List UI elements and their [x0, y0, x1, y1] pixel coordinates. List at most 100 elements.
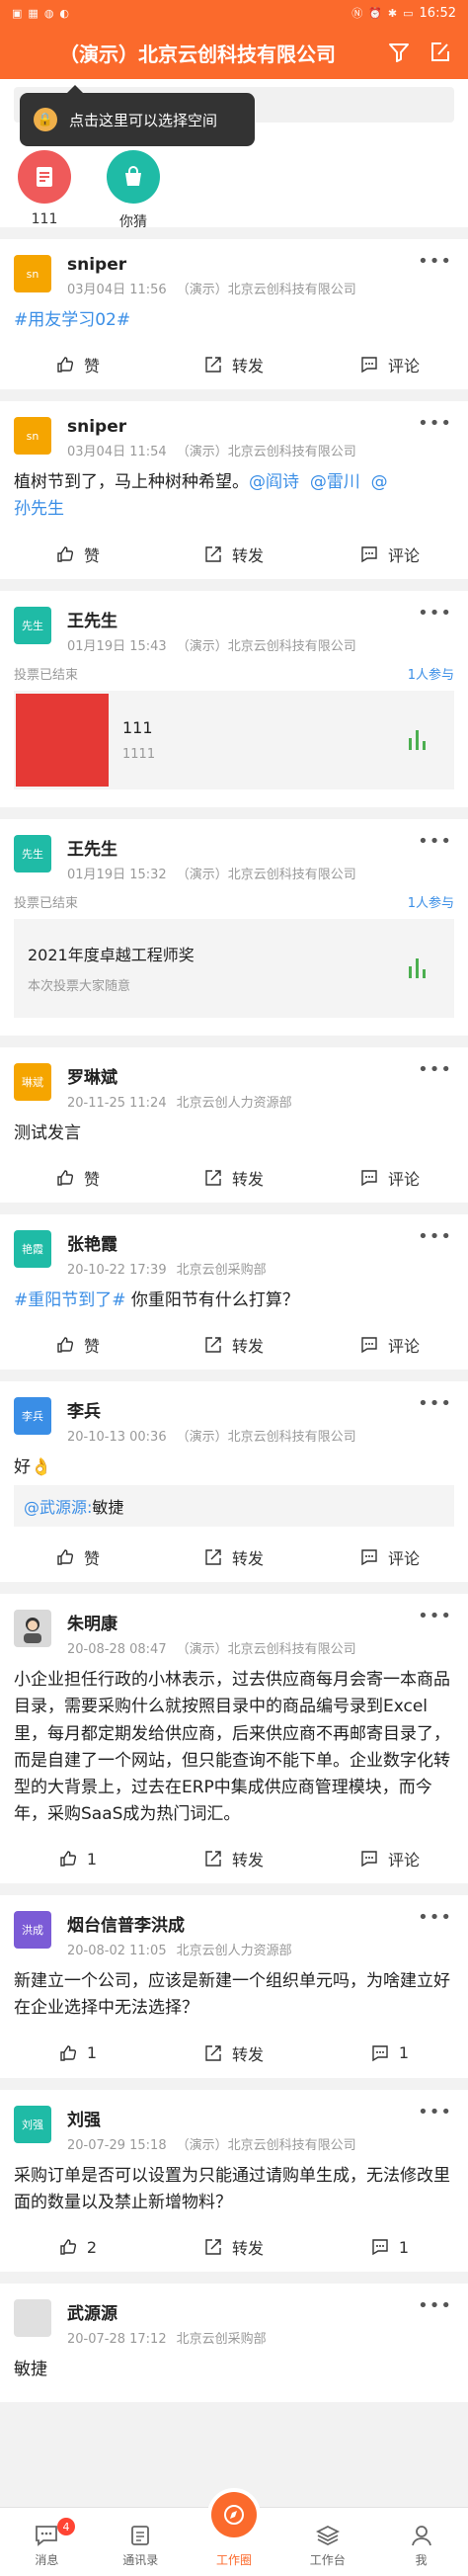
- avatar[interactable]: sn: [14, 255, 51, 292]
- comment-button[interactable]: 评论: [312, 1847, 468, 1870]
- more-icon[interactable]: •••: [418, 1907, 452, 1928]
- author-name[interactable]: 武源源: [67, 2299, 276, 2324]
- tab-contacts[interactable]: 通讯录: [94, 2508, 188, 2576]
- share-button[interactable]: 转发: [156, 1166, 312, 1190]
- like-button[interactable]: 赞: [0, 1166, 156, 1190]
- author-name[interactable]: 罗琳斌: [67, 1063, 302, 1088]
- document-icon: [18, 150, 71, 204]
- more-icon[interactable]: •••: [418, 1393, 452, 1414]
- tab-workbench[interactable]: 工作台: [280, 2508, 374, 2576]
- share-button[interactable]: 转发: [156, 1847, 312, 1870]
- share-button[interactable]: 转发: [156, 2041, 312, 2065]
- share-button[interactable]: 转发: [156, 1545, 312, 1569]
- more-icon[interactable]: •••: [418, 1606, 452, 1626]
- tab-label: 消息: [35, 2553, 59, 2567]
- author-name[interactable]: sniper: [67, 417, 366, 437]
- topic-link[interactable]: #重阳节到了#: [14, 1290, 126, 1310]
- mention-link[interactable]: @武源源:: [24, 1494, 92, 1518]
- mention-link[interactable]: @雷川: [310, 472, 360, 492]
- more-icon[interactable]: •••: [418, 1226, 452, 1247]
- mention-link[interactable]: @: [371, 472, 388, 492]
- avatar[interactable]: 李兵: [14, 1396, 51, 1435]
- more-icon[interactable]: •••: [418, 1059, 452, 1080]
- avatar[interactable]: 先生: [14, 834, 51, 873]
- post-actions: 1 转发 1: [0, 2029, 468, 2078]
- share-button[interactable]: 转发: [156, 353, 312, 376]
- compose-icon[interactable]: [427, 39, 454, 66]
- avatar[interactable]: sn: [14, 417, 51, 456]
- avatar[interactable]: 洪成: [14, 1911, 51, 1950]
- vote-count[interactable]: 1人参与: [408, 664, 454, 683]
- more-icon[interactable]: •••: [418, 251, 452, 272]
- user-icon: [411, 2526, 431, 2546]
- avatar[interactable]: [14, 2299, 51, 2337]
- share-button[interactable]: 转发: [156, 2235, 312, 2259]
- share-label: 转发: [231, 1549, 264, 1569]
- share-button[interactable]: 转发: [156, 542, 312, 566]
- post-date: 20-07-29 15:18: [67, 2137, 167, 2153]
- post-card: 武源源 20-07-28 17:12 北京云创采购部 ••• 敏捷: [0, 2284, 468, 2402]
- post-date: 03月04日 11:54: [67, 445, 167, 460]
- app-guess[interactable]: 你猜: [89, 150, 178, 231]
- filter-icon[interactable]: [385, 39, 413, 66]
- comment-button[interactable]: 评论: [312, 1333, 468, 1357]
- share-icon: [205, 1851, 221, 1867]
- reply-box[interactable]: @武源源: 敏捷: [14, 1485, 454, 1528]
- vote-box[interactable]: 2021年度卓越工程师奖 本次投票大家随意: [14, 918, 454, 1018]
- mention-link[interactable]: 孙先生: [14, 499, 64, 519]
- like-button[interactable]: 1: [0, 2043, 156, 2062]
- author-name[interactable]: 李兵: [67, 1397, 366, 1422]
- vote-box[interactable]: 111 1111: [14, 690, 454, 789]
- avatar[interactable]: 琳斌: [14, 1062, 51, 1101]
- app-label: 你猜: [119, 214, 147, 230]
- comment-icon: [361, 357, 377, 374]
- vote-count[interactable]: 1人参与: [408, 892, 454, 911]
- tab-work-circle[interactable]: 工作圈: [188, 2492, 281, 2576]
- like-label: 赞: [83, 1549, 100, 1569]
- like-button[interactable]: 赞: [0, 542, 156, 566]
- more-icon[interactable]: •••: [418, 2102, 452, 2122]
- comment-button[interactable]: 评论: [312, 1166, 468, 1190]
- like-button[interactable]: 1: [0, 1850, 156, 1869]
- layers-icon: [315, 2525, 340, 2546]
- app-111[interactable]: 111: [0, 150, 89, 231]
- like-button[interactable]: 赞: [0, 353, 156, 376]
- avatar[interactable]: 刘强: [14, 2105, 51, 2143]
- like-button[interactable]: 赞: [0, 1545, 156, 1569]
- space-title[interactable]: （演示）北京云创科技有限公司: [14, 39, 371, 67]
- comment-button[interactable]: 评论: [312, 353, 468, 376]
- post-card: 琳斌 罗琳斌 20-11-25 11:24 北京云创人力资源部 ••• 测试发言 …: [0, 1046, 468, 1203]
- share-label: 转发: [231, 1851, 264, 1870]
- like-button[interactable]: 赞: [0, 1333, 156, 1357]
- more-icon[interactable]: •••: [418, 2295, 452, 2316]
- comment-button[interactable]: 1: [312, 2238, 468, 2257]
- tab-me[interactable]: 我: [374, 2508, 468, 2576]
- post-date: 20-10-13 00:36: [67, 1429, 167, 1445]
- comment-label: 评论: [387, 1549, 420, 1569]
- share-button[interactable]: 转发: [156, 1333, 312, 1357]
- author-name[interactable]: 王先生: [67, 835, 366, 860]
- tab-messages[interactable]: 4 消息: [0, 2508, 94, 2576]
- avatar[interactable]: [14, 1610, 51, 1648]
- comment-button[interactable]: 评论: [312, 542, 468, 566]
- topic-link[interactable]: #用友学习02#: [14, 310, 130, 330]
- more-icon[interactable]: •••: [418, 603, 452, 623]
- author-name[interactable]: 王先生: [67, 607, 366, 631]
- comment-button[interactable]: 1: [312, 2043, 468, 2062]
- author-name[interactable]: sniper: [67, 255, 366, 275]
- author-name[interactable]: 烟台信普李洪成: [67, 1911, 302, 1936]
- author-name[interactable]: 朱明康: [67, 1610, 366, 1634]
- avatar[interactable]: 艳霞: [14, 1229, 51, 1268]
- avatar[interactable]: 先生: [14, 606, 51, 644]
- space-tooltip[interactable]: 🔒 点击这里可以选择空间: [20, 85, 255, 146]
- comment-button[interactable]: 评论: [312, 1545, 468, 1569]
- thumbs-up-icon: [57, 545, 74, 562]
- like-button[interactable]: 2: [0, 2238, 156, 2257]
- mention-link[interactable]: @阎诗: [249, 472, 299, 492]
- more-icon[interactable]: •••: [418, 831, 452, 852]
- more-icon[interactable]: •••: [418, 413, 452, 434]
- author-name[interactable]: 张艳霞: [67, 1230, 276, 1255]
- post-org: 北京云创人力资源部: [176, 1944, 292, 1959]
- author-name[interactable]: 刘强: [67, 2106, 366, 2130]
- tooltip-text: 点击这里可以选择空间: [69, 111, 218, 129]
